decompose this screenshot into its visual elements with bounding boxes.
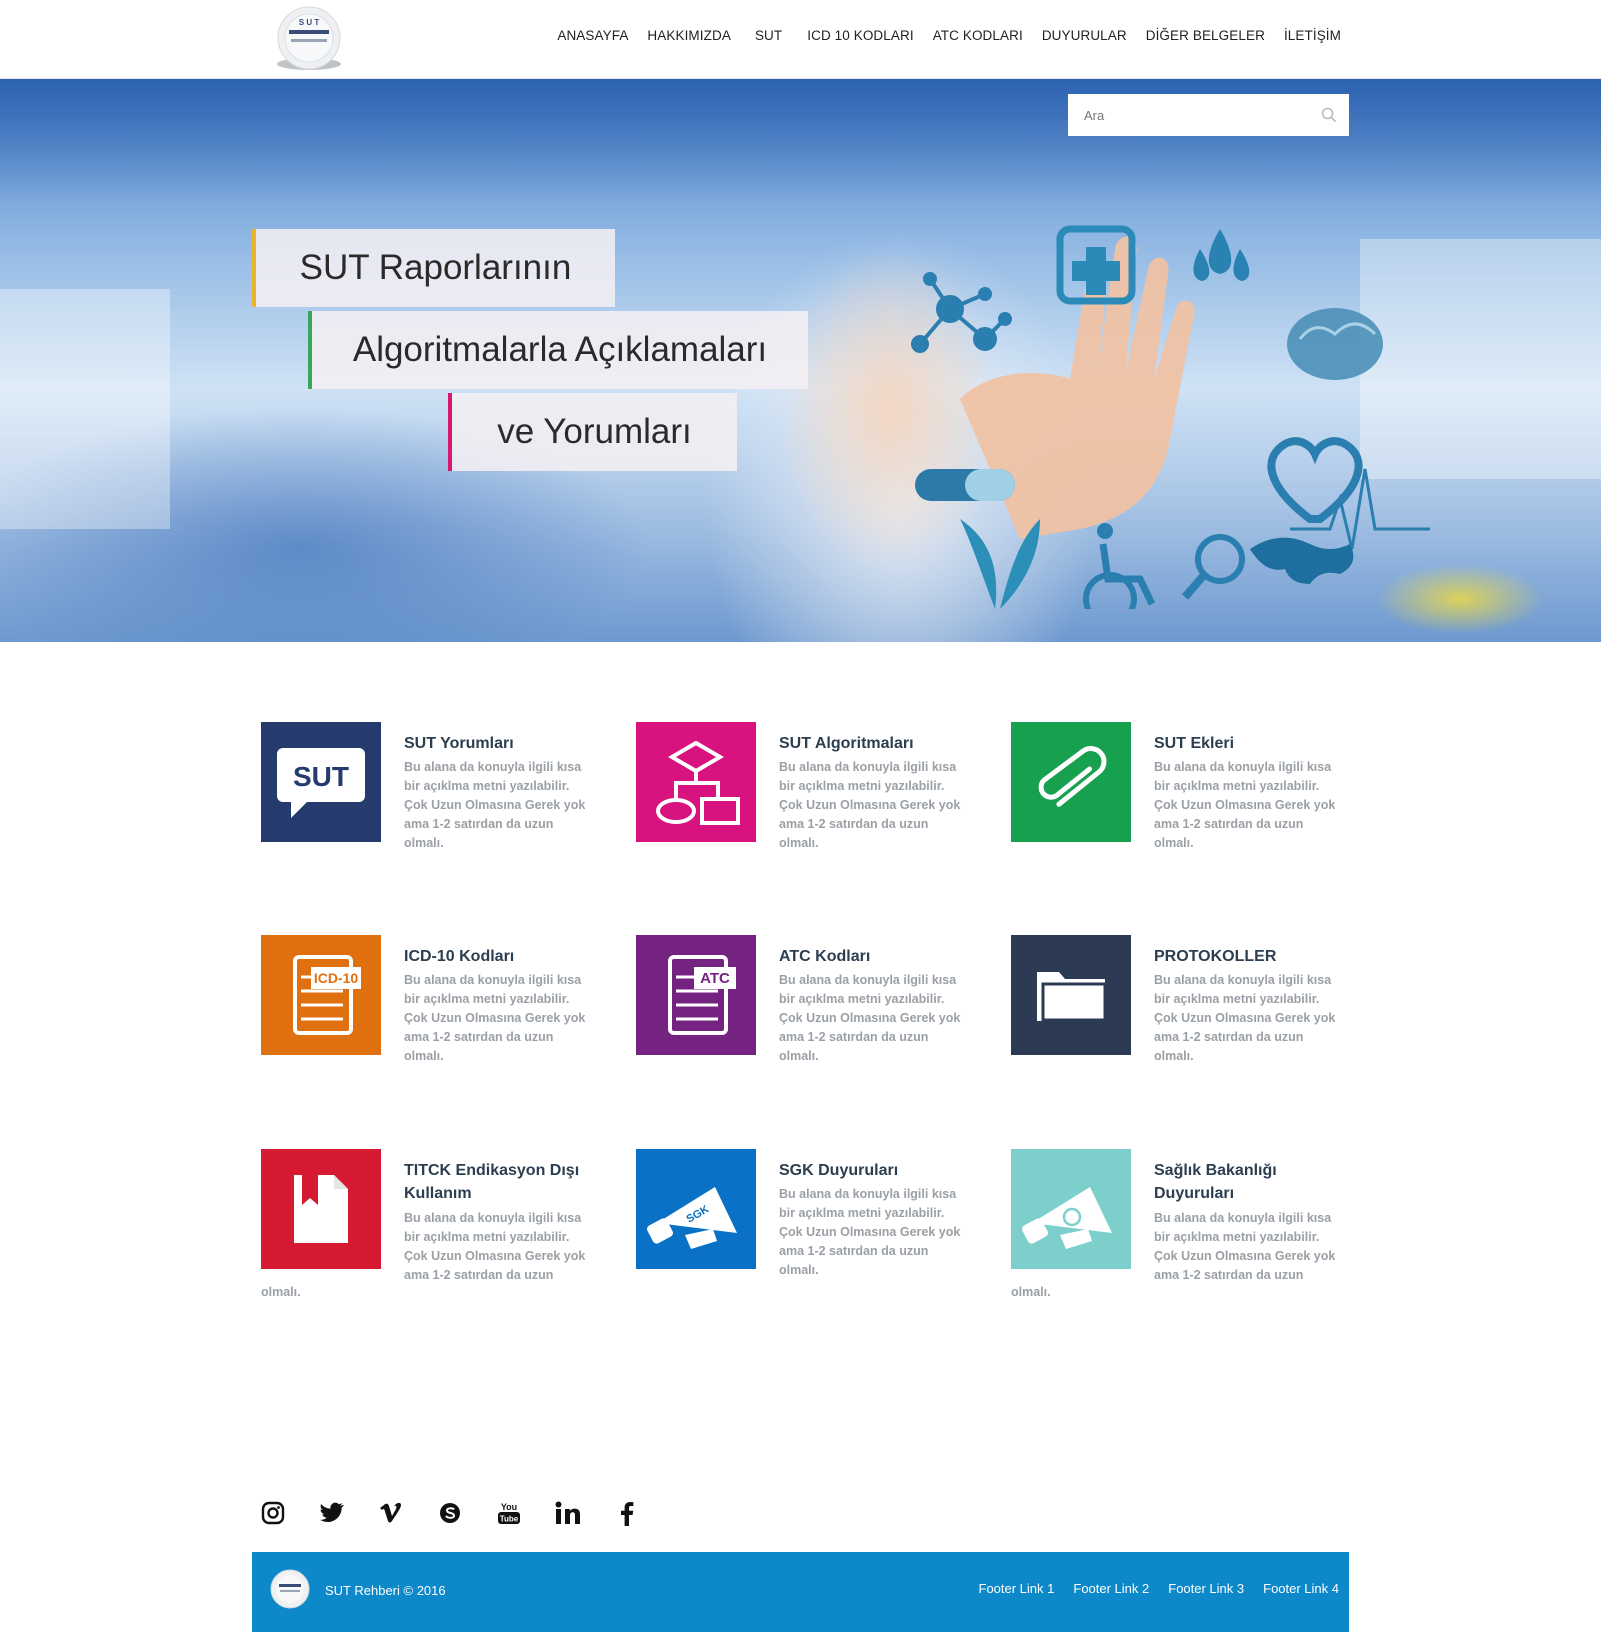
main-navigation: ANASAYFA HAKKIMIZDA SUT ICD 10 KODLARI A… xyxy=(538,28,1341,43)
feature-icon-tile xyxy=(1011,935,1131,1055)
nav-iletisim[interactable]: İLETİŞİM xyxy=(1284,28,1341,43)
feature-description: Bu alana da konuyla ilgili kısa bir açık… xyxy=(1154,973,1336,1063)
feature-title: PROTOKOLLER xyxy=(1154,948,1277,965)
feature-sut-ekleri[interactable]: SUT Ekleri Bu alana da konuyla ilgili kı… xyxy=(1011,722,1351,912)
flowchart-icon xyxy=(656,740,740,825)
site-header: S U T ANASAYFA HAKKIMIZDA SUT ICD 10 KOD… xyxy=(0,0,1601,79)
feature-icon-tile: SUT xyxy=(261,722,381,842)
linkedin-icon[interactable] xyxy=(555,1500,581,1526)
nav-hakkimizda[interactable]: HAKKIMIZDA xyxy=(647,28,731,43)
icd10-document-icon: ICD-10 xyxy=(293,955,361,1035)
vimeo-icon[interactable] xyxy=(378,1500,404,1526)
footer-links: Footer Link 1 Footer Link 2 Footer Link … xyxy=(960,1581,1340,1596)
sut-speech-bubble-icon: SUT xyxy=(277,748,365,818)
feature-icon-tile xyxy=(1011,722,1131,842)
feature-icon-tile xyxy=(1011,1149,1131,1269)
feature-description: Bu alana da konuyla ilgili kısa bir açık… xyxy=(1154,760,1336,850)
search-input[interactable] xyxy=(1068,94,1308,136)
feature-atc-kodlari[interactable]: ATC ATC Kodları Bu alana da konuyla ilgi… xyxy=(636,935,976,1125)
nav-sut[interactable]: SUT xyxy=(755,28,782,43)
feature-sut-algoritmalari[interactable]: SUT Algoritmaları Bu alana da konuyla il… xyxy=(636,722,976,912)
feature-icon-tile xyxy=(261,1149,381,1269)
hero-banner: SUT Raporlarının Algoritmalarla Açıklama… xyxy=(0,79,1601,642)
site-footer: SUT Rehberi © 2016 Footer Link 1 Footer … xyxy=(252,1552,1349,1632)
nav-duyurular[interactable]: DUYURULAR xyxy=(1042,28,1127,43)
folder-icon xyxy=(1037,972,1107,1022)
nav-diger-belgeler[interactable]: DİĞER BELGELER xyxy=(1146,28,1265,43)
feature-icon-tile: SGK xyxy=(636,1149,756,1269)
svg-text:You: You xyxy=(501,1502,517,1512)
feature-title: SUT Algoritmaları xyxy=(779,735,914,752)
feature-sgk-duyurulari[interactable]: SGK SGK Duyuruları Bu alana da konuyla i… xyxy=(636,1149,976,1339)
svg-text:Tube: Tube xyxy=(500,1515,519,1524)
footer-copyright: SUT Rehberi © 2016 xyxy=(325,1583,446,1598)
feature-description-tail: olmalı. xyxy=(1011,1285,1051,1299)
footer-link-1[interactable]: Footer Link 1 xyxy=(979,1581,1055,1596)
paperclip-icon xyxy=(1038,746,1107,807)
ministry-megaphone-icon xyxy=(1022,1187,1112,1249)
atc-icon-label: ATC xyxy=(700,970,730,987)
search-box xyxy=(1068,94,1349,136)
footer-logo-icon[interactable] xyxy=(270,1569,310,1609)
feature-sut-yorumlari[interactable]: SUT SUT Yorumları Bu alana da konuyla il… xyxy=(261,722,601,912)
sgk-megaphone-icon: SGK xyxy=(647,1187,737,1249)
feature-icd10-kodlari[interactable]: ICD-10 ICD-10 Kodları Bu alana da konuyl… xyxy=(261,935,601,1125)
feature-description: Bu alana da konuyla ilgili kısa bir açık… xyxy=(779,1187,961,1277)
hero-background-window xyxy=(0,289,170,529)
feature-title: ICD-10 Kodları xyxy=(404,948,515,965)
feature-title: TITCK Endikasyon Dışı Kullanım xyxy=(404,1162,580,1202)
facebook-icon[interactable] xyxy=(614,1500,640,1526)
page: S U T ANASAYFA HAKKIMIZDA SUT ICD 10 KOD… xyxy=(0,0,1601,1632)
site-logo-icon[interactable]: S U T xyxy=(273,6,345,72)
feature-description: Bu alana da konuyla ilgili kısa bir açık… xyxy=(779,973,961,1063)
medical-icons-illustration xyxy=(911,225,1430,609)
feature-description: Bu alana da konuyla ilgili kısa bir açık… xyxy=(404,760,586,850)
svg-text:SUT: SUT xyxy=(293,761,349,792)
hero-headline-line-3: ve Yorumları xyxy=(448,393,737,471)
hero-headline-line-2: Algoritmalarla Açıklamaları xyxy=(308,311,808,389)
feature-icon-tile xyxy=(636,722,756,842)
feature-description-tail: olmalı. xyxy=(261,1285,301,1299)
feature-description: Bu alana da konuyla ilgili kısa bir açık… xyxy=(404,973,586,1063)
social-links: You Tube xyxy=(260,1500,673,1526)
youtube-icon[interactable]: You Tube xyxy=(496,1500,522,1526)
skype-icon[interactable] xyxy=(437,1500,463,1526)
instagram-icon[interactable] xyxy=(260,1500,286,1526)
feature-titck-endikasyon[interactable]: TITCK Endikasyon Dışı Kullanım Bu alana … xyxy=(261,1149,601,1339)
nav-atc[interactable]: ATC KODLARI xyxy=(933,28,1023,43)
feature-description: Bu alana da konuyla ilgili kısa bir açık… xyxy=(404,1211,586,1282)
twitter-icon[interactable] xyxy=(319,1500,345,1526)
feature-title: SGK Duyuruları xyxy=(779,1162,899,1179)
footer-link-4[interactable]: Footer Link 4 xyxy=(1263,1581,1339,1596)
feature-description: Bu alana da konuyla ilgili kısa bir açık… xyxy=(779,760,961,850)
feature-title: ATC Kodları xyxy=(779,948,871,965)
footer-link-3[interactable]: Footer Link 3 xyxy=(1168,1581,1244,1596)
search-icon[interactable] xyxy=(1321,107,1337,123)
footer-link-2[interactable]: Footer Link 2 xyxy=(1073,1581,1149,1596)
feature-saglik-bakanligi-duyurulari[interactable]: Sağlık Bakanlığı Duyuruları Bu alana da … xyxy=(1011,1149,1351,1339)
feature-title: SUT Yorumları xyxy=(404,735,514,752)
feature-icon-tile: ICD-10 xyxy=(261,935,381,1055)
atc-document-icon: ATC xyxy=(668,955,736,1035)
feature-description: Bu alana da konuyla ilgili kısa bir açık… xyxy=(1154,1211,1336,1282)
hero-headline-line-1: SUT Raporlarının xyxy=(252,229,615,307)
feature-title: Sağlık Bakanlığı Duyuruları xyxy=(1154,1162,1277,1202)
svg-text:S U T: S U T xyxy=(299,18,320,27)
feature-protokoller[interactable]: PROTOKOLLER Bu alana da konuyla ilgili k… xyxy=(1011,935,1351,1125)
feature-title: SUT Ekleri xyxy=(1154,735,1235,752)
nav-anasayfa[interactable]: ANASAYFA xyxy=(557,28,628,43)
feature-icon-tile: ATC xyxy=(636,935,756,1055)
icd10-icon-label: ICD-10 xyxy=(314,970,359,986)
nav-icd10[interactable]: ICD 10 KODLARI xyxy=(807,28,913,43)
bookmark-document-icon xyxy=(294,1175,348,1243)
